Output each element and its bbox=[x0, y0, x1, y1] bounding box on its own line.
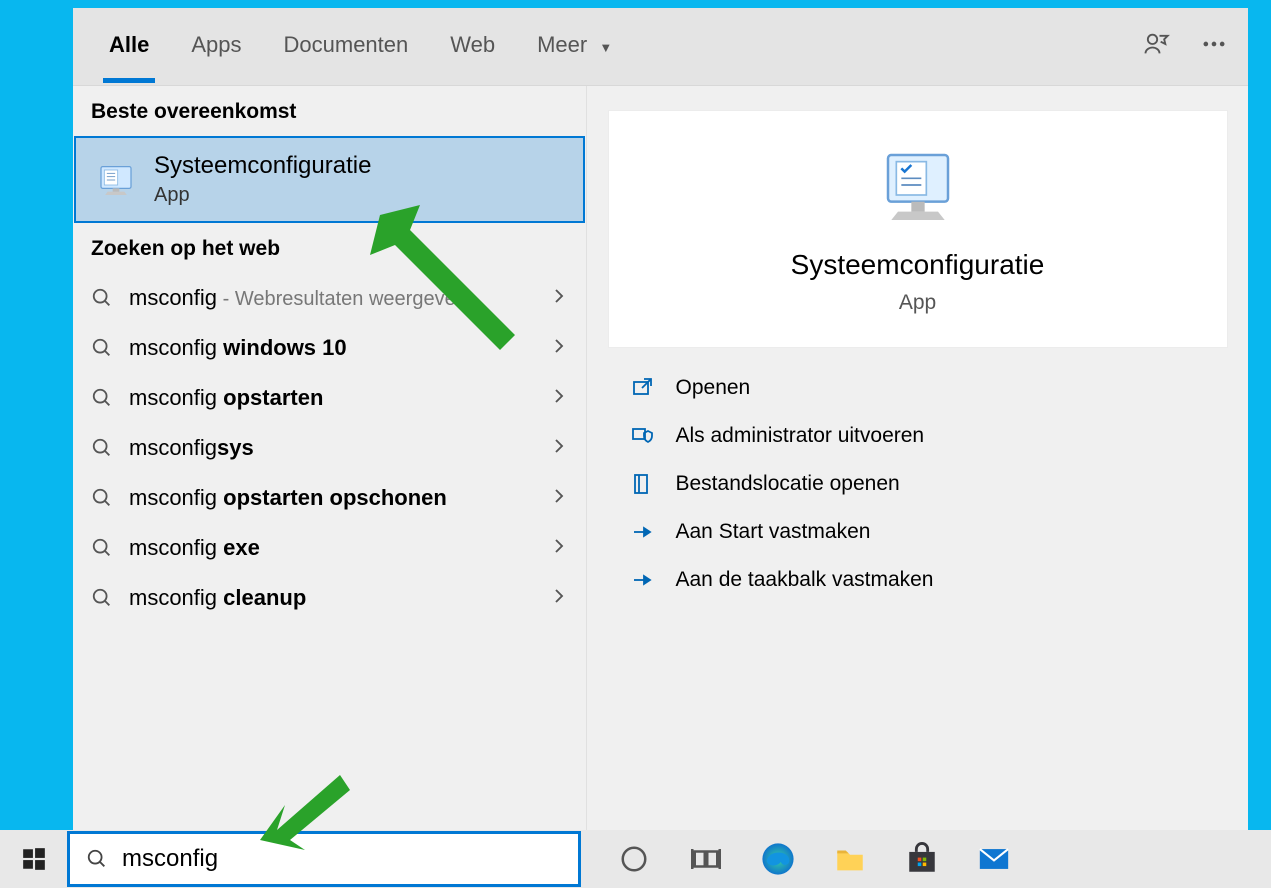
search-icon bbox=[86, 848, 108, 870]
feedback-icon[interactable] bbox=[1142, 30, 1170, 63]
shield-icon bbox=[630, 424, 654, 448]
web-result-text: msconfig opstarten opschonen bbox=[129, 485, 534, 511]
taskbar bbox=[0, 830, 1271, 888]
detail-card: Systeemconfiguratie App bbox=[608, 110, 1228, 348]
mail-icon[interactable] bbox=[977, 842, 1011, 876]
web-result-item[interactable]: msconfig opstarten opschonen bbox=[73, 473, 586, 523]
task-view-icon[interactable] bbox=[689, 842, 723, 876]
windows-logo-icon bbox=[21, 846, 47, 872]
detail-title: Systeemconfiguratie bbox=[791, 249, 1045, 281]
search-icon bbox=[91, 337, 113, 359]
chevron-right-icon bbox=[550, 435, 568, 461]
search-icon bbox=[91, 387, 113, 409]
detail-actions: Openen Als administrator uitvoeren Besta… bbox=[608, 358, 1228, 604]
more-options-icon[interactable] bbox=[1200, 30, 1228, 63]
tab-all[interactable]: Alle bbox=[103, 10, 155, 83]
action-pin-start[interactable]: Aan Start vastmaken bbox=[608, 508, 1228, 556]
search-icon bbox=[91, 487, 113, 509]
search-icon bbox=[91, 287, 113, 309]
section-heading-best-match: Beste overeenkomst bbox=[73, 86, 586, 136]
chevron-down-icon: ▼ bbox=[599, 40, 612, 55]
chevron-right-icon bbox=[550, 385, 568, 411]
detail-subtitle: App bbox=[899, 291, 936, 315]
cortana-icon[interactable] bbox=[617, 842, 651, 876]
action-pin-taskbar[interactable]: Aan de taakbalk vastmaken bbox=[608, 556, 1228, 604]
detail-pane: Systeemconfiguratie App Openen Als admin… bbox=[587, 86, 1248, 830]
web-result-text: msconfig opstarten bbox=[129, 385, 534, 411]
action-pin-taskbar-label: Aan de taakbalk vastmaken bbox=[676, 568, 934, 592]
tab-apps[interactable]: Apps bbox=[185, 10, 247, 83]
file-explorer-icon[interactable] bbox=[833, 842, 867, 876]
folder-icon bbox=[630, 472, 654, 496]
action-open-location[interactable]: Bestandslocatie openen bbox=[608, 460, 1228, 508]
system-configuration-icon-large bbox=[878, 145, 958, 225]
best-match-title: Systeemconfiguratie bbox=[154, 152, 371, 180]
web-result-item[interactable]: msconfig cleanup bbox=[73, 573, 586, 623]
tab-more-label: Meer bbox=[537, 32, 587, 57]
best-match-subtitle: App bbox=[154, 184, 371, 207]
chevron-right-icon bbox=[550, 535, 568, 561]
action-pin-start-label: Aan Start vastmaken bbox=[676, 520, 871, 544]
annotation-arrow-top bbox=[360, 195, 530, 365]
chevron-right-icon bbox=[550, 285, 568, 311]
open-icon bbox=[630, 376, 654, 400]
action-open[interactable]: Openen bbox=[608, 364, 1228, 412]
web-result-text: msconfigsys bbox=[129, 435, 534, 461]
tab-web[interactable]: Web bbox=[444, 10, 501, 83]
search-icon bbox=[91, 587, 113, 609]
action-open-location-label: Bestandslocatie openen bbox=[676, 472, 900, 496]
edge-browser-icon[interactable] bbox=[761, 842, 795, 876]
pin-taskbar-icon bbox=[630, 568, 654, 592]
web-result-text: msconfig exe bbox=[129, 535, 534, 561]
microsoft-store-icon[interactable] bbox=[905, 842, 939, 876]
action-run-admin[interactable]: Als administrator uitvoeren bbox=[608, 412, 1228, 460]
tab-documents[interactable]: Documenten bbox=[278, 10, 415, 83]
search-icon bbox=[91, 537, 113, 559]
action-run-admin-label: Als administrator uitvoeren bbox=[676, 424, 925, 448]
search-results-panel: Alle Apps Documenten Web Meer ▼ Beste ov… bbox=[73, 8, 1248, 830]
action-open-label: Openen bbox=[676, 376, 751, 400]
web-result-item[interactable]: msconfigsys bbox=[73, 423, 586, 473]
search-icon bbox=[91, 437, 113, 459]
filter-tabs-row: Alle Apps Documenten Web Meer ▼ bbox=[73, 8, 1248, 86]
chevron-right-icon bbox=[550, 335, 568, 361]
tab-more[interactable]: Meer ▼ bbox=[531, 10, 618, 83]
system-configuration-icon bbox=[96, 160, 136, 200]
annotation-arrow-bottom bbox=[245, 765, 355, 855]
start-button[interactable] bbox=[0, 830, 67, 888]
chevron-right-icon bbox=[550, 585, 568, 611]
web-result-text: msconfig cleanup bbox=[129, 585, 534, 611]
web-result-item[interactable]: msconfig opstarten bbox=[73, 373, 586, 423]
web-result-item[interactable]: msconfig exe bbox=[73, 523, 586, 573]
pin-icon bbox=[630, 520, 654, 544]
chevron-right-icon bbox=[550, 485, 568, 511]
